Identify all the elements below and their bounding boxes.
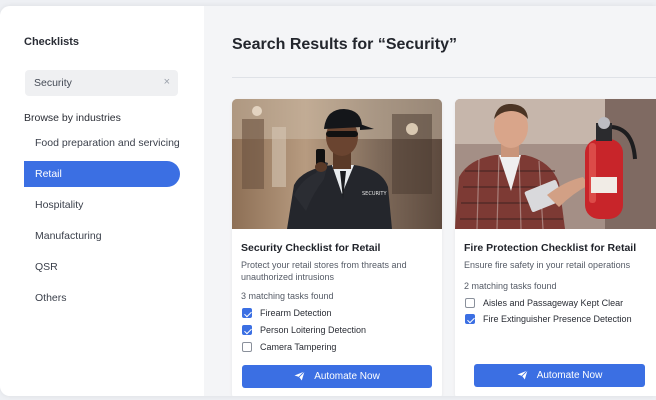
task-checkbox[interactable] — [242, 308, 252, 318]
matching-count: 3 matching tasks found — [241, 291, 334, 301]
send-icon — [517, 370, 528, 380]
automate-now-button[interactable]: Automate Now — [242, 365, 432, 388]
send-icon — [294, 371, 305, 381]
card-description: Protect your retail stores from threats … — [241, 260, 407, 282]
task-label: Firearm Detection — [260, 308, 332, 318]
page-title: Search Results for “Security” — [232, 36, 457, 53]
sidebar-item-retail[interactable]: Retail — [24, 161, 180, 187]
task-checkbox[interactable] — [242, 342, 252, 352]
app-window: Checklists Security × Browse by industri… — [0, 6, 656, 396]
button-label: Automate Now — [314, 371, 380, 382]
sidebar-item-food-preparation[interactable]: Food preparation and servicing — [24, 130, 180, 156]
card-description: Ensure fire safety in your retail operat… — [464, 260, 631, 270]
task-item[interactable]: Aisles and Passageway Kept Clear — [465, 298, 623, 310]
jacket-text: SECURITY — [362, 191, 387, 197]
close-icon[interactable]: × — [164, 76, 170, 88]
button-label: Automate Now — [536, 370, 603, 381]
automate-now-button[interactable]: Automate Now — [474, 364, 645, 387]
card-title: Security Checklist for Retail — [241, 242, 381, 254]
industry-nav: Food preparation and servicing Retail Ho… — [24, 130, 180, 316]
sidebar-item-hospitality[interactable]: Hospitality — [24, 192, 180, 218]
task-label: Fire Extinguisher Presence Detection — [483, 314, 632, 324]
fire-extinguisher-inspection-photo — [455, 99, 656, 229]
checklist-card-security[interactable]: SECURITY Security Checklist for Retail P… — [232, 99, 442, 396]
security-guard-photo: SECURITY — [232, 99, 442, 229]
task-checkbox[interactable] — [465, 298, 475, 308]
sidebar-item-others[interactable]: Others — [24, 285, 180, 311]
task-label: Aisles and Passageway Kept Clear — [483, 298, 624, 308]
matching-count: 2 matching tasks found — [464, 281, 557, 291]
task-label: Person Loitering Detection — [260, 325, 367, 335]
task-label: Camera Tampering — [260, 342, 337, 352]
sidebar-item-qsr[interactable]: QSR — [24, 254, 180, 280]
sidebar-item-manufacturing[interactable]: Manufacturing — [24, 223, 180, 249]
task-checkbox[interactable] — [465, 314, 475, 324]
checklist-card-fire-protection[interactable]: Fire Protection Checklist for Retail Ens… — [455, 99, 656, 396]
task-checkbox[interactable] — [242, 325, 252, 335]
search-input[interactable]: Security × — [25, 70, 178, 96]
card-title: Fire Protection Checklist for Retail — [464, 242, 637, 254]
task-item[interactable]: Firearm Detection — [242, 308, 332, 320]
sidebar-title: Checklists — [24, 36, 80, 48]
task-item[interactable]: Fire Extinguisher Presence Detection — [465, 314, 632, 326]
title-divider — [232, 77, 656, 78]
task-item[interactable]: Person Loitering Detection — [242, 325, 366, 337]
task-item[interactable]: Camera Tampering — [242, 342, 336, 354]
search-input-value: Security — [34, 77, 72, 89]
sidebar: Checklists Security × Browse by industri… — [0, 6, 204, 396]
browse-heading: Browse by industries — [24, 112, 121, 124]
